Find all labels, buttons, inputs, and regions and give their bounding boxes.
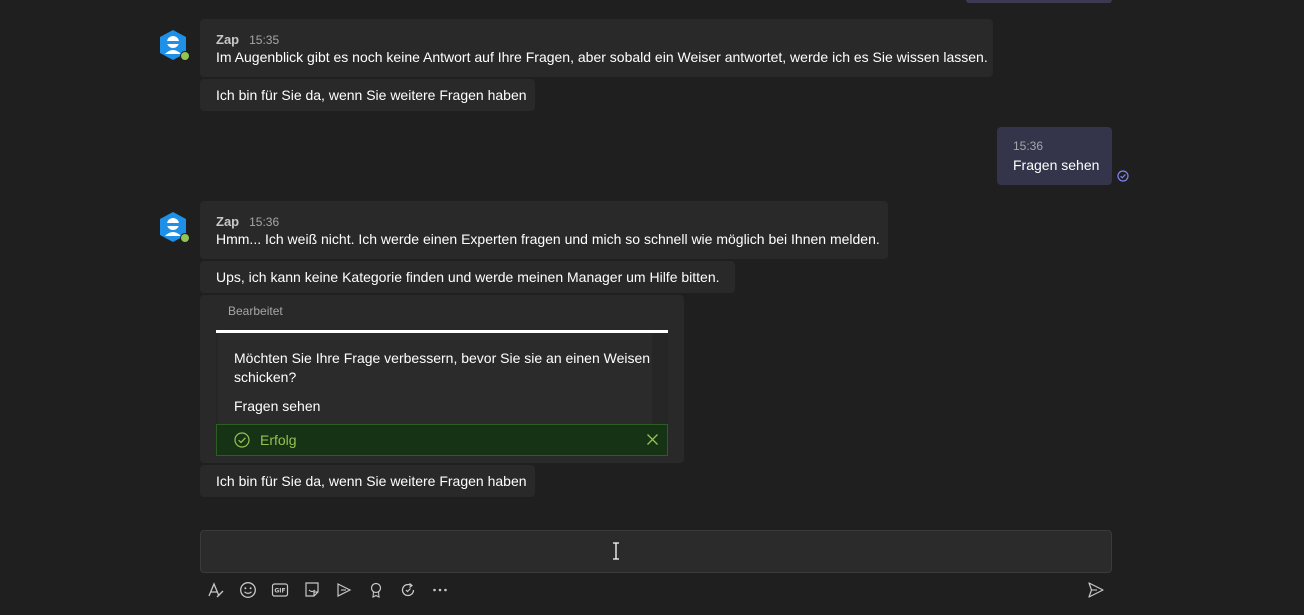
bot-message-2: Zap 15:36 Hmm... Ich weiß nicht. Ich werd… bbox=[200, 201, 888, 259]
message-text: Ich bin für Sie da, wenn Sie weitere Fra… bbox=[216, 473, 527, 489]
card-action-view-questions[interactable]: Fragen sehen bbox=[234, 398, 320, 414]
success-check-icon bbox=[234, 432, 250, 448]
message-sender: Zap bbox=[216, 214, 240, 229]
gif-icon[interactable]: GIF bbox=[270, 580, 290, 600]
previous-message-fragment bbox=[966, 0, 1112, 3]
bot-avatar[interactable] bbox=[157, 211, 190, 243]
bot-message-closing: Ich bin für Sie da, wenn Sie weitere Fra… bbox=[200, 465, 535, 497]
send-icon[interactable] bbox=[1086, 580, 1106, 600]
message-text: Hmm... Ich weiß nicht. Ich werde einen E… bbox=[216, 231, 880, 247]
bot-message-1: Zap 15:35 Im Augenblick gibt es noch kein… bbox=[200, 19, 993, 77]
svg-text:GIF: GIF bbox=[274, 588, 285, 595]
message-sender: Zap bbox=[216, 32, 240, 47]
close-icon[interactable] bbox=[646, 433, 659, 446]
adaptive-card: Möchten Sie Ihre Frage verbessern, bevor… bbox=[216, 330, 668, 426]
loop-icon[interactable] bbox=[398, 580, 418, 600]
message-text: Fragen sehen bbox=[1013, 157, 1100, 173]
success-text: Erfolg bbox=[260, 432, 297, 448]
text-cursor-icon bbox=[611, 542, 621, 560]
format-icon[interactable] bbox=[206, 580, 226, 600]
message-text: Ich bin für Sie da, wenn Sie weitere Fra… bbox=[216, 87, 527, 103]
bot-avatar[interactable] bbox=[157, 29, 190, 61]
message-compose-input[interactable] bbox=[200, 530, 1112, 573]
bot-message-followup: Ups, ich kann keine Kategorie finden und… bbox=[200, 261, 735, 293]
praise-icon[interactable] bbox=[366, 580, 386, 600]
sticker-icon[interactable] bbox=[302, 580, 322, 600]
message-time: 15:36 bbox=[1013, 139, 1044, 153]
success-banner: Erfolg bbox=[216, 424, 668, 456]
meet-icon[interactable] bbox=[334, 580, 354, 600]
message-text: Ups, ich kann keine Kategorie finden und… bbox=[216, 269, 720, 285]
read-receipt-icon bbox=[1117, 170, 1129, 182]
bot-avatar-icon bbox=[160, 30, 190, 61]
message-time: 15:35 bbox=[249, 33, 280, 47]
message-time: 15:36 bbox=[249, 215, 280, 229]
card-question: Möchten Sie Ihre Frage verbessern, bevor… bbox=[234, 350, 651, 385]
edited-label: Bearbeitet bbox=[228, 304, 283, 318]
emoji-icon[interactable] bbox=[238, 580, 258, 600]
bot-avatar-icon bbox=[160, 212, 190, 243]
own-message: 15:36 Fragen sehen bbox=[997, 127, 1112, 185]
more-icon[interactable] bbox=[430, 580, 450, 600]
bot-message-followup: Ich bin für Sie da, wenn Sie weitere Fra… bbox=[200, 79, 535, 111]
message-text: Im Augenblick gibt es noch keine Antwort… bbox=[216, 49, 988, 65]
